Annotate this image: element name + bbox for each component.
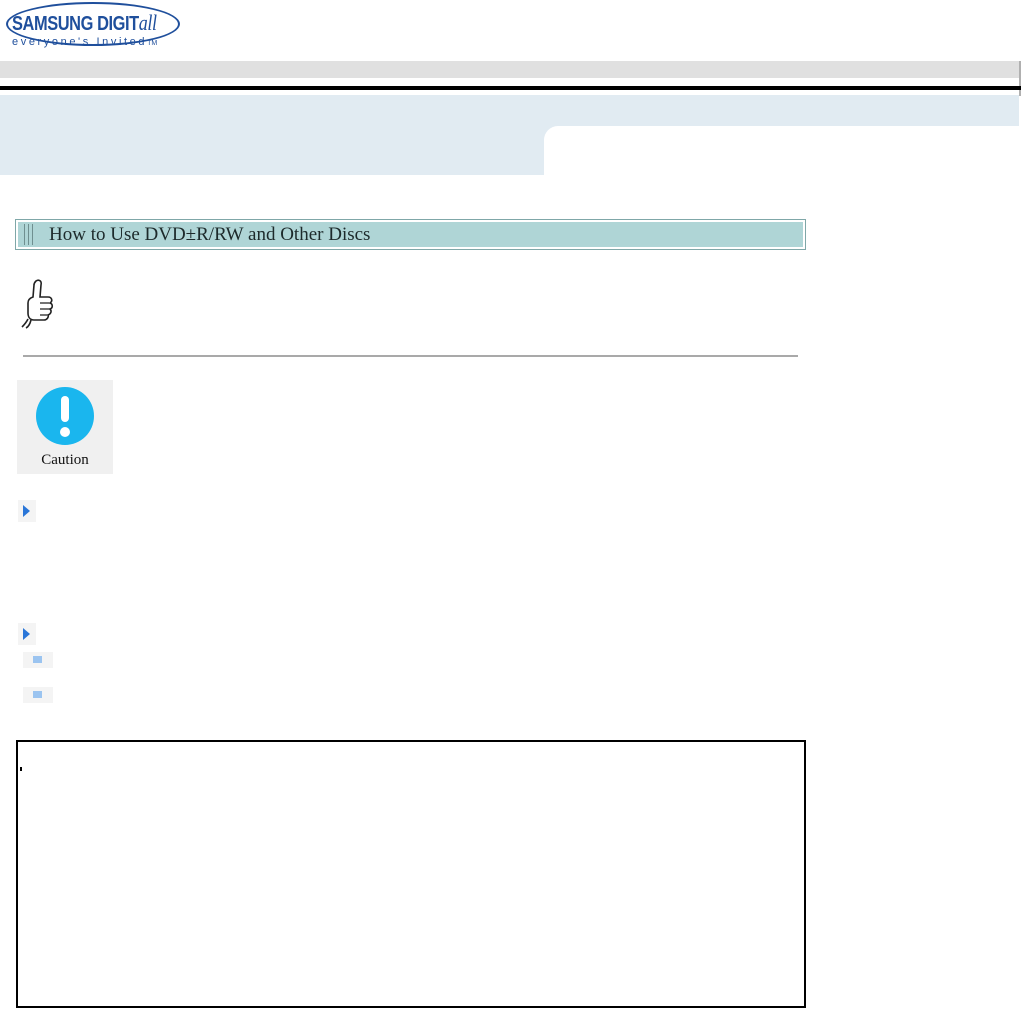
logo-tagline: everyone's InvitedTM	[12, 36, 158, 48]
page: SAMSUNG DIGITall everyone's InvitedTM Ho…	[0, 0, 1021, 1009]
caution-label: Caution	[41, 452, 89, 468]
section-title-bar: How to Use DVD±R/RW and Other Discs	[15, 219, 806, 250]
header-divider	[0, 86, 1021, 90]
section-divider	[23, 355, 798, 357]
arrow-bullet-icon	[18, 623, 36, 645]
caution-panel: Caution	[17, 380, 113, 474]
note-marker	[20, 767, 22, 771]
logo-brand-suffix: all	[138, 10, 157, 35]
header-band-tab	[544, 126, 1019, 178]
page-title: How to Use DVD±R/RW and Other Discs	[49, 224, 371, 245]
caution-exclamation-icon	[36, 387, 94, 445]
logo-brand: SAMSUNG DIGITall	[12, 10, 157, 35]
hand-pointer-icon	[21, 279, 54, 329]
note-box	[16, 740, 806, 1008]
logo-tm: TM	[147, 40, 158, 47]
title-bars-icon	[24, 224, 38, 245]
section-title-fill: How to Use DVD±R/RW and Other Discs	[18, 222, 803, 247]
samsung-logo[interactable]: SAMSUNG DIGITall everyone's InvitedTM	[6, 2, 182, 56]
header-grey-band	[0, 61, 1019, 78]
arrow-bullet-icon	[18, 500, 36, 522]
square-bullet-icon	[23, 652, 53, 668]
square-bullet-icon	[23, 687, 53, 703]
